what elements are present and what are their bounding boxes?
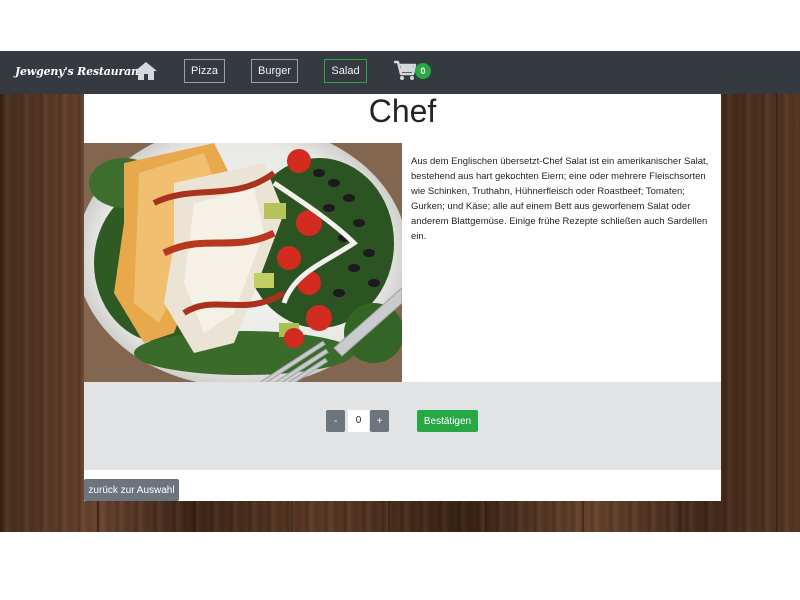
nav-pizza-button[interactable]: Pizza [184,59,225,83]
order-panel: - 0 + Bestätigen [84,382,721,470]
back-to-selection-button[interactable]: zurück zur Auswahl [84,479,179,501]
home-icon[interactable] [134,60,158,82]
dish-title: Chef [368,94,437,129]
increment-button[interactable]: + [370,410,389,432]
brand-logo[interactable]: Jewgeny's Restaurant [15,65,144,78]
cart-count-badge: 0 [415,63,431,79]
navbar: Jewgeny's Restaurant Pizza Burger Salad … [0,51,800,94]
cart-icon[interactable] [393,60,417,82]
dish-description: Aus dem Englischen übersetzt-Chef Salat … [411,155,709,242]
nav-burger-button[interactable]: Burger [251,59,298,83]
confirm-button[interactable]: Bestätigen [417,410,478,432]
chef-salad-photo [84,143,402,382]
dish-card: Chef Aus dem Englischen übersetzt-Chef S… [84,94,721,501]
quantity-field[interactable]: 0 [348,410,369,432]
nav-salad-button[interactable]: Salad [324,59,367,83]
decrement-button[interactable]: - [326,410,345,432]
